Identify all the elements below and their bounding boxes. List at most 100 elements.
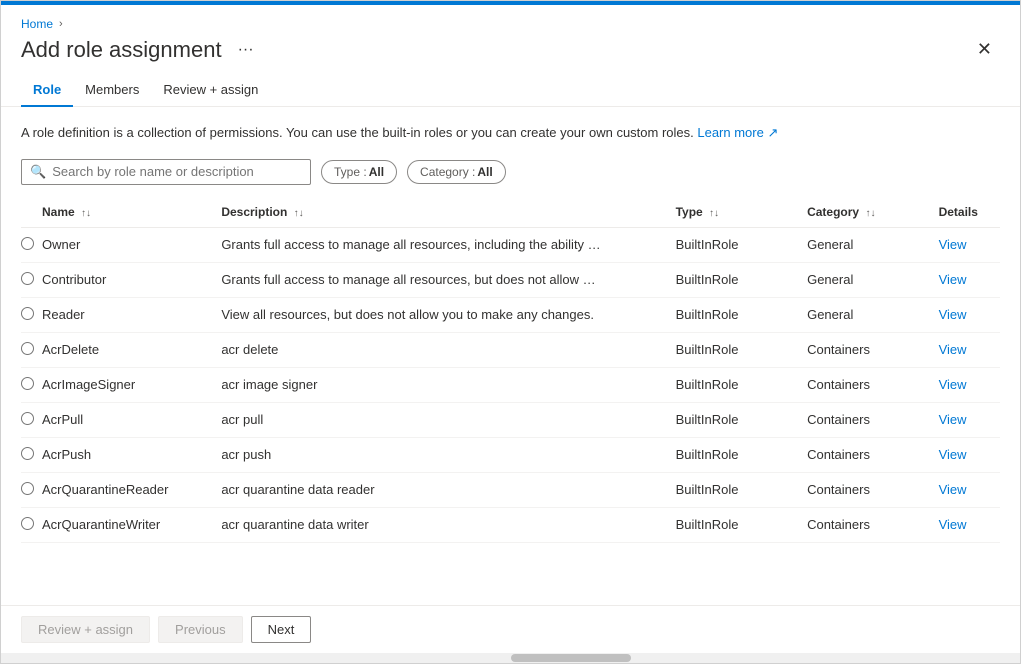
th-select	[21, 197, 42, 228]
external-link-icon: ↗	[767, 125, 778, 140]
type-filter-value: All	[369, 165, 384, 179]
row-name: Contributor	[42, 262, 221, 297]
table-header-row: Name ↑↓ Description ↑↓ Type ↑↓ Categor	[21, 197, 1000, 228]
row-description: acr quarantine data writer	[221, 507, 675, 542]
row-type: BuiltInRole	[676, 402, 808, 437]
row-details-link[interactable]: View	[939, 297, 1000, 332]
tab-bar: Role Members Review + assign	[1, 74, 1020, 107]
row-details-link[interactable]: View	[939, 332, 1000, 367]
row-category: General	[807, 297, 939, 332]
learn-more-link[interactable]: Learn more ↗	[697, 125, 778, 140]
row-type: BuiltInRole	[676, 332, 808, 367]
row-radio[interactable]	[21, 507, 42, 542]
row-category: Containers	[807, 437, 939, 472]
row-description: acr delete	[221, 332, 675, 367]
bottom-scrollbar-thumb	[511, 654, 631, 662]
table-row[interactable]: AcrPullacr pullBuiltInRoleContainersView	[21, 402, 1000, 437]
row-radio[interactable]	[21, 402, 42, 437]
row-radio[interactable]	[21, 332, 42, 367]
row-details-link[interactable]: View	[939, 227, 1000, 262]
table-row[interactable]: AcrDeleteacr deleteBuiltInRoleContainers…	[21, 332, 1000, 367]
row-description: acr quarantine data reader	[221, 472, 675, 507]
row-description: acr pull	[221, 402, 675, 437]
table-row[interactable]: ContributorGrants full access to manage …	[21, 262, 1000, 297]
roles-table-container: Name ↑↓ Description ↑↓ Type ↑↓ Categor	[21, 197, 1000, 543]
row-details-link[interactable]: View	[939, 507, 1000, 542]
type-sort-icon: ↑↓	[709, 208, 719, 219]
table-row[interactable]: AcrQuarantineWriteracr quarantine data w…	[21, 507, 1000, 542]
header-left: Add role assignment ···	[21, 37, 260, 63]
row-radio[interactable]	[21, 472, 42, 507]
row-details-link[interactable]: View	[939, 262, 1000, 297]
row-description: Grants full access to manage all resourc…	[221, 227, 675, 262]
category-filter-label: Category :	[420, 165, 475, 179]
row-type: BuiltInRole	[676, 297, 808, 332]
table-row[interactable]: AcrQuarantineReaderacr quarantine data r…	[21, 472, 1000, 507]
row-category: General	[807, 262, 939, 297]
row-name: AcrDelete	[42, 332, 221, 367]
breadcrumb-chevron-icon: ›	[59, 18, 63, 30]
name-sort-icon: ↑↓	[81, 208, 91, 219]
main-content: A role definition is a collection of per…	[1, 107, 1020, 605]
row-radio[interactable]	[21, 297, 42, 332]
row-name: AcrQuarantineReader	[42, 472, 221, 507]
row-type: BuiltInRole	[676, 227, 808, 262]
description-sort-icon: ↑↓	[294, 208, 304, 219]
breadcrumb: Home ›	[1, 5, 1020, 35]
table-row[interactable]: AcrImageSigneracr image signerBuiltInRol…	[21, 367, 1000, 402]
th-description[interactable]: Description ↑↓	[221, 197, 675, 228]
category-filter-pill[interactable]: Category : All	[407, 160, 506, 184]
table-row[interactable]: OwnerGrants full access to manage all re…	[21, 227, 1000, 262]
row-radio[interactable]	[21, 367, 42, 402]
th-details: Details	[939, 197, 1000, 228]
type-filter-pill[interactable]: Type : All	[321, 160, 397, 184]
row-description: View all resources, but does not allow y…	[221, 297, 675, 332]
close-button[interactable]: ✕	[969, 35, 1000, 64]
tab-review-assign[interactable]: Review + assign	[151, 74, 270, 107]
table-row[interactable]: ReaderView all resources, but does not a…	[21, 297, 1000, 332]
search-box[interactable]: 🔍	[21, 159, 311, 185]
row-category: Containers	[807, 332, 939, 367]
th-category[interactable]: Category ↑↓	[807, 197, 939, 228]
row-category: General	[807, 227, 939, 262]
row-description: Grants full access to manage all resourc…	[221, 262, 675, 297]
ellipsis-button[interactable]: ···	[232, 39, 260, 61]
row-name: Reader	[42, 297, 221, 332]
row-description: acr push	[221, 437, 675, 472]
breadcrumb-home-link[interactable]: Home	[21, 17, 53, 31]
bottom-scrollbar[interactable]	[1, 653, 1020, 663]
row-details-link[interactable]: View	[939, 367, 1000, 402]
row-type: BuiltInRole	[676, 472, 808, 507]
row-radio[interactable]	[21, 262, 42, 297]
row-details-link[interactable]: View	[939, 472, 1000, 507]
description-text: A role definition is a collection of per…	[21, 123, 1000, 143]
tab-role[interactable]: Role	[21, 74, 73, 107]
th-type[interactable]: Type ↑↓	[676, 197, 808, 228]
category-filter-value: All	[477, 165, 492, 179]
row-description: acr image signer	[221, 367, 675, 402]
row-category: Containers	[807, 367, 939, 402]
row-name: Owner	[42, 227, 221, 262]
search-icon: 🔍	[30, 164, 46, 180]
filter-bar: 🔍 Type : All Category : All	[21, 159, 1000, 185]
table-row[interactable]: AcrPushacr pushBuiltInRoleContainersView	[21, 437, 1000, 472]
row-category: Containers	[807, 472, 939, 507]
type-filter-label: Type :	[334, 165, 367, 179]
previous-button[interactable]: Previous	[158, 616, 243, 643]
main-window: Home › Add role assignment ··· ✕ Role Me…	[0, 0, 1021, 664]
row-radio[interactable]	[21, 227, 42, 262]
review-assign-button[interactable]: Review + assign	[21, 616, 150, 643]
row-name: AcrPush	[42, 437, 221, 472]
row-details-link[interactable]: View	[939, 437, 1000, 472]
row-name: AcrPull	[42, 402, 221, 437]
row-type: BuiltInRole	[676, 367, 808, 402]
row-radio[interactable]	[21, 437, 42, 472]
th-name[interactable]: Name ↑↓	[42, 197, 221, 228]
row-details-link[interactable]: View	[939, 402, 1000, 437]
row-category: Containers	[807, 402, 939, 437]
search-input[interactable]	[52, 164, 302, 179]
next-button[interactable]: Next	[251, 616, 312, 643]
row-category: Containers	[807, 507, 939, 542]
footer: Review + assign Previous Next	[1, 605, 1020, 653]
tab-members[interactable]: Members	[73, 74, 151, 107]
